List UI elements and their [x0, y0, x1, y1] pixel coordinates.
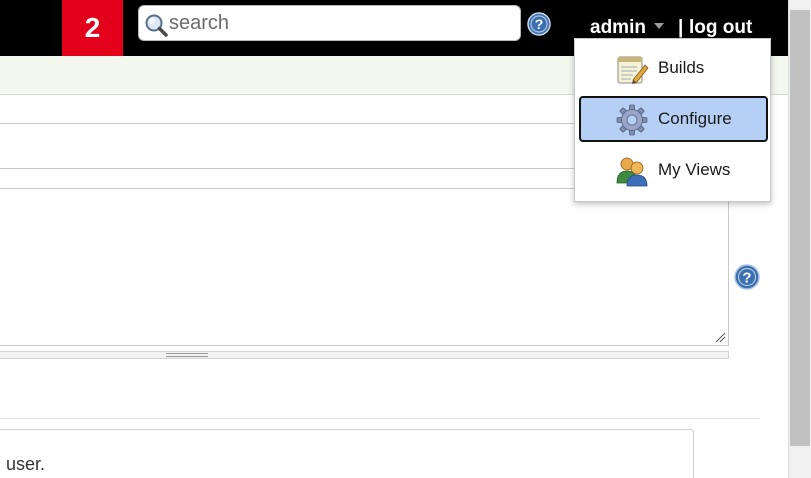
logout-link[interactable]: log out — [689, 16, 752, 40]
menu-item-label: My Views — [658, 160, 731, 179]
resize-grip-icon[interactable] — [714, 331, 726, 343]
preview-splitter[interactable] — [0, 351, 729, 359]
notification-badge[interactable]: 2 — [62, 0, 123, 56]
header-separator: | — [678, 17, 684, 38]
field-help-icon[interactable]: ? — [734, 264, 760, 290]
search-input[interactable] — [169, 9, 514, 37]
menu-item-my-views[interactable]: My Views — [579, 147, 768, 193]
menu-item-label: Configure — [658, 109, 732, 128]
svg-text:?: ? — [535, 16, 544, 32]
page: 2 ? admin | log out — [0, 0, 811, 478]
users-icon — [616, 157, 648, 187]
vertical-scrollbar[interactable] — [788, 0, 811, 478]
drag-handle-icon[interactable] — [166, 353, 208, 357]
info-box: user. — [0, 429, 694, 478]
gear-icon — [616, 104, 648, 136]
scrollbar-thumb[interactable] — [790, 10, 810, 446]
textarea-container — [0, 188, 729, 346]
user-dropdown-menu: Builds Configure My Views — [574, 38, 771, 202]
section-divider — [0, 418, 760, 419]
notepad-icon — [617, 56, 649, 84]
menu-item-label: Builds — [658, 58, 705, 77]
search-box[interactable] — [138, 5, 521, 41]
search-icon — [145, 14, 168, 37]
chevron-down-icon[interactable] — [654, 23, 664, 29]
svg-text:?: ? — [742, 270, 751, 287]
info-text: user. — [6, 454, 46, 474]
menu-item-configure[interactable]: Configure — [579, 96, 768, 142]
menu-item-builds[interactable]: Builds — [579, 45, 768, 91]
help-icon[interactable]: ? — [527, 12, 551, 36]
description-textarea[interactable] — [0, 189, 728, 345]
user-menu-link[interactable]: admin — [590, 16, 646, 40]
